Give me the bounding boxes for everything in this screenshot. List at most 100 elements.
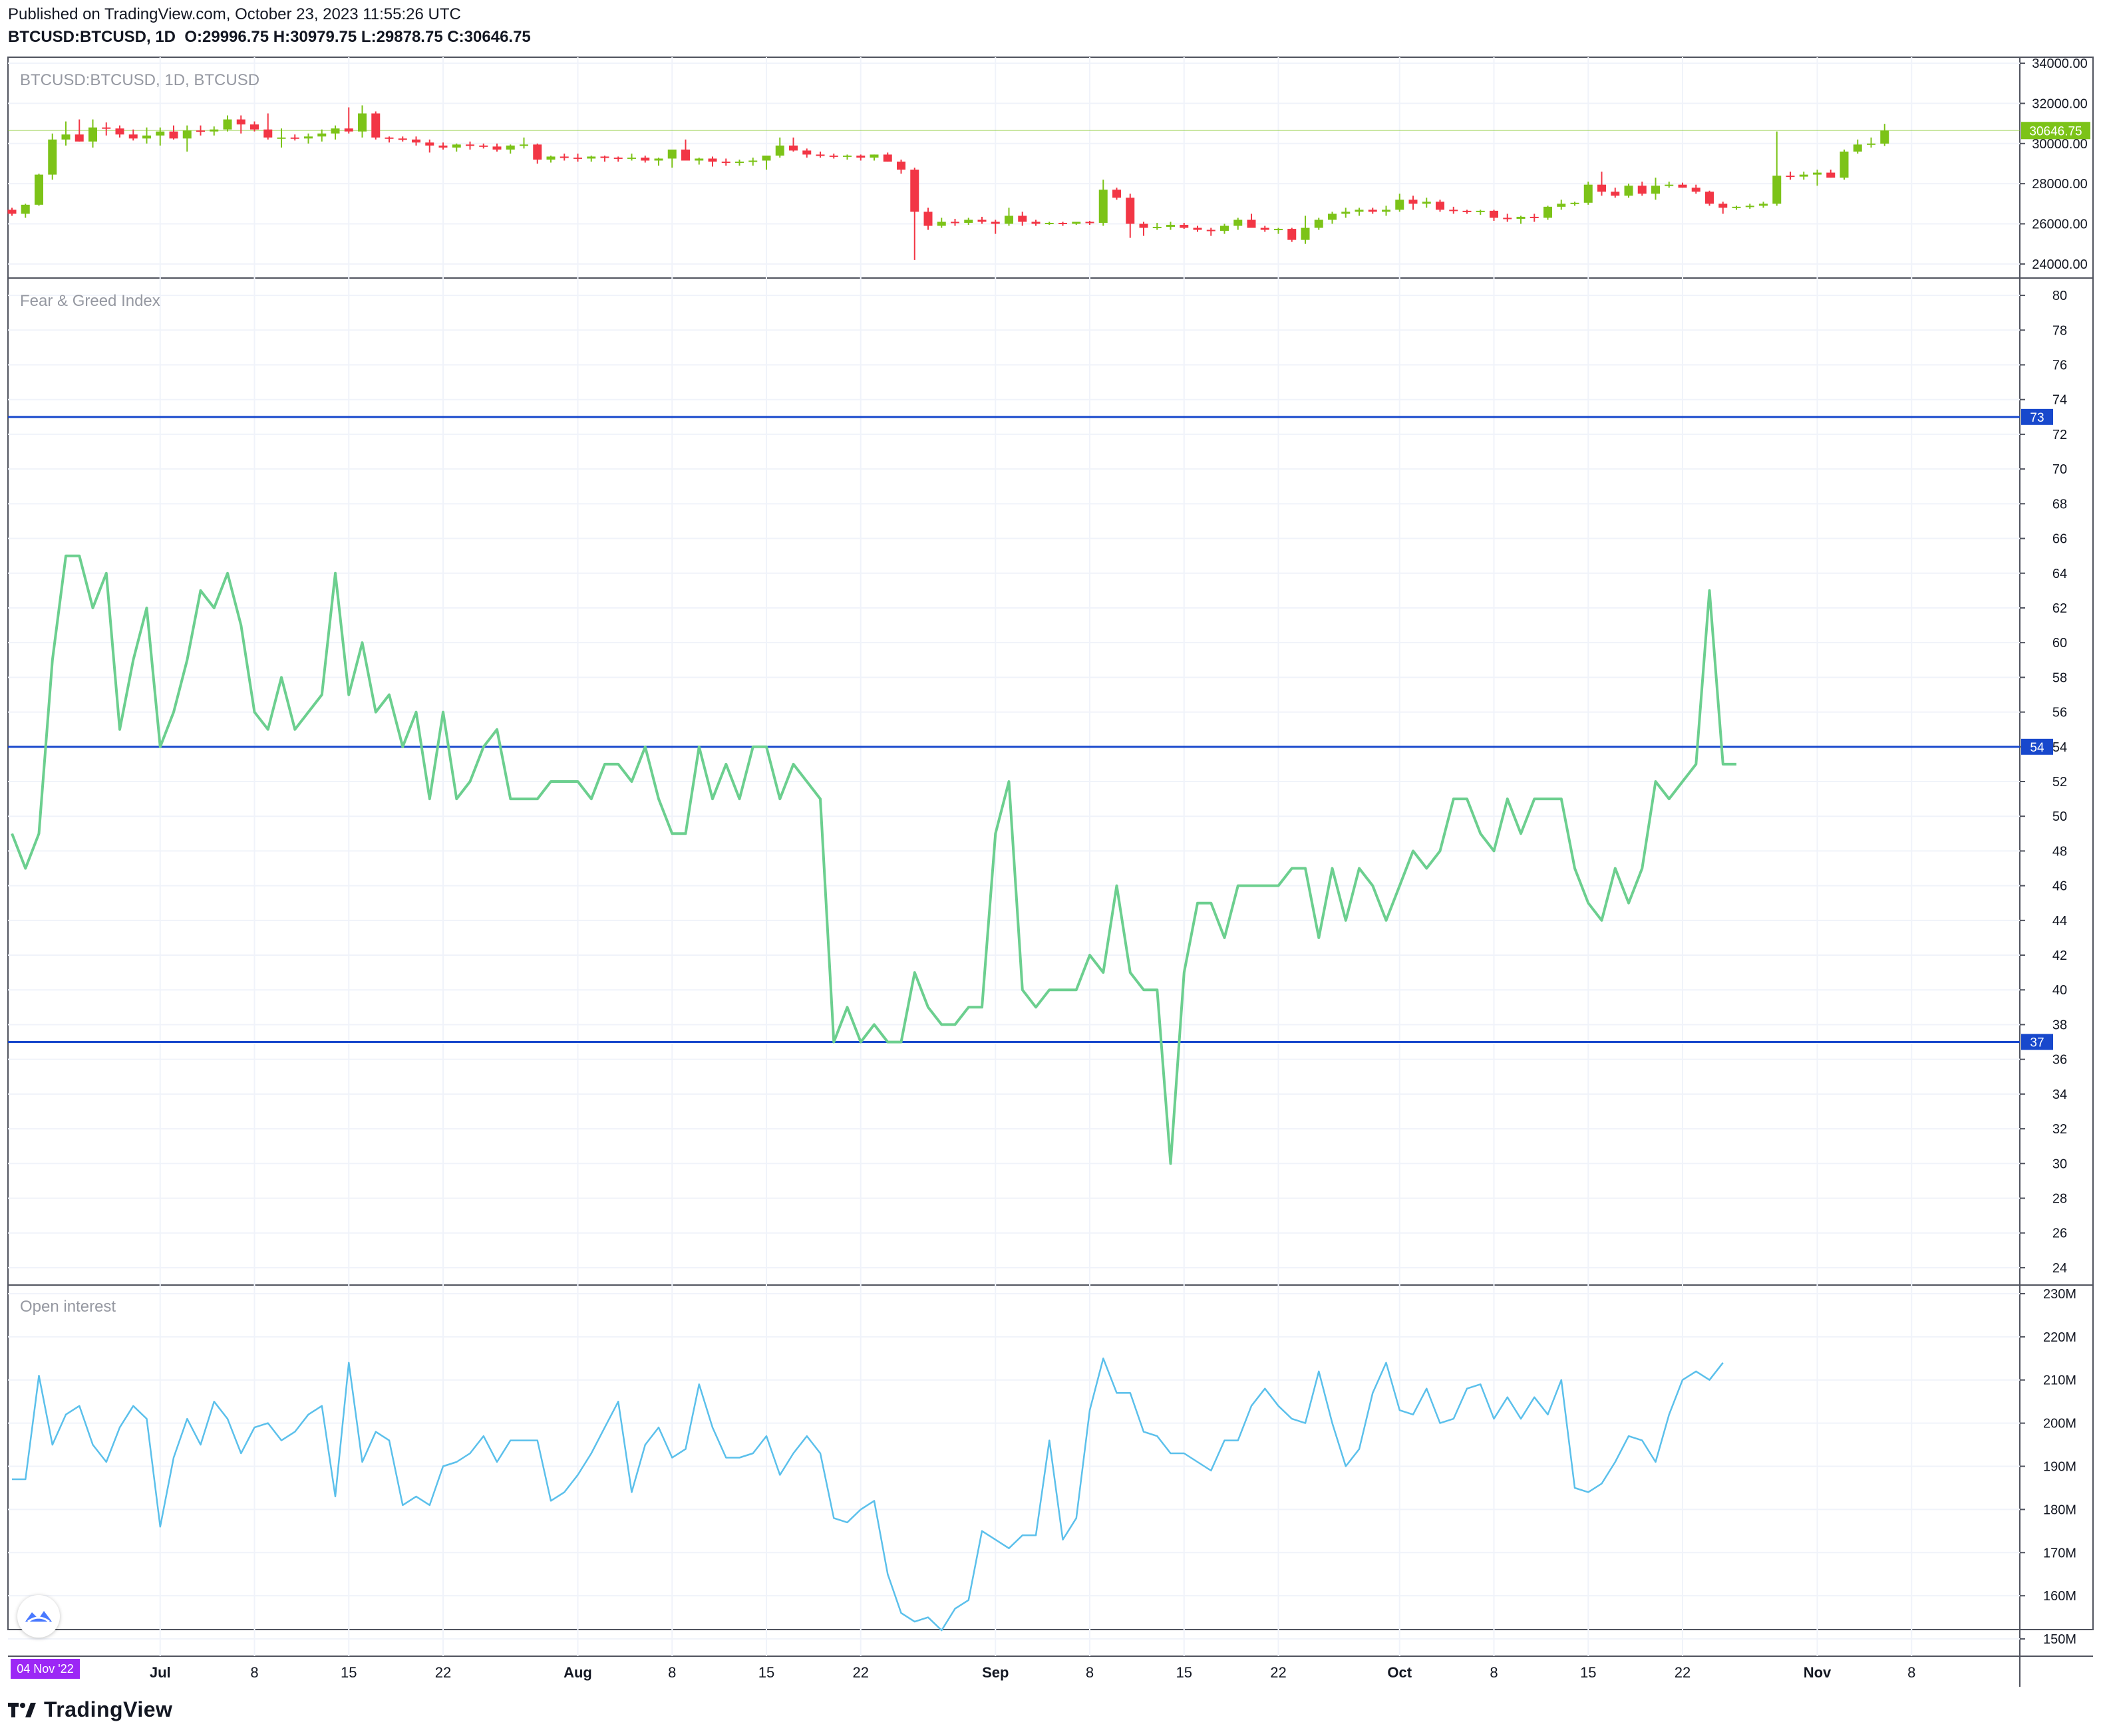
candle-body [156,131,165,136]
x-tick-label: 22 [853,1664,869,1681]
candle-body [1045,223,1054,224]
candle-body [721,161,730,163]
candle-body [1085,221,1094,223]
y-tick-label: 62 [2052,601,2067,616]
candle-body [923,212,933,226]
pane-title-price: BTCUSD:BTCUSD, 1D, BTCUSD [20,71,259,89]
brand-name: TradingView [44,1697,173,1721]
y-tick-label: 54 [2052,740,2067,755]
candle-body [1516,216,1526,219]
y-tick-label: 190M [2043,1460,2076,1475]
y-tick-label: 24 [2052,1261,2067,1276]
y-tick-label: 26000.00 [2032,217,2087,232]
candle-body [1328,214,1337,220]
y-tick-label: 28 [2052,1191,2067,1206]
candle-body [573,157,582,159]
candle-body [128,134,138,139]
candle-body [1759,204,1768,206]
candle-body [1611,192,1620,196]
candle-body [7,210,17,214]
candle-body [1098,190,1108,223]
candle-body [520,144,528,146]
candle-body [1341,212,1351,214]
candle-body [1597,184,1606,192]
y-tick-label: 36 [2052,1053,2067,1068]
candle-body [1490,210,1498,218]
candle-body [1503,217,1512,219]
candle-body [1018,216,1027,222]
candle-body [695,158,704,161]
candle-body [1126,198,1135,224]
y-tick-label: 44 [2052,914,2067,929]
candle-body [236,119,245,125]
y-tick-label: 78 [2052,323,2067,338]
x-tick-label: 8 [1490,1664,1498,1681]
y-tick-label: 180M [2043,1503,2076,1517]
candle-body [1826,172,1836,178]
candle-body [937,221,946,226]
candle-body [789,145,798,151]
candle-body [843,155,852,157]
y-tick-label: 210M [2043,1374,2076,1388]
candle-body [1220,225,1229,231]
y-tick-label: 32 [2052,1122,2067,1137]
candle-body [1233,219,1243,226]
candle-body [304,136,313,139]
candle-body [1637,186,1647,194]
level-label: 54 [2030,741,2044,755]
candle-body [182,130,192,139]
y-tick-label: 72 [2052,428,2067,442]
x-tick-label: Nov [1804,1664,1832,1681]
x-tick-label: 22 [435,1664,451,1681]
y-tick-label: 38 [2052,1018,2067,1032]
y-tick-label: 76 [2052,359,2067,373]
candle-body [883,154,892,162]
chart-canvas[interactable]: Jul 8 15 22 Aug 8 15 22 Sep 8 15 22 Oct 8 15 22 Nov 8 2400… [0,0,2101,1736]
candle-body [829,155,838,157]
y-tick-label: 200M [2043,1417,2076,1431]
candle-body [102,127,111,129]
candle-body [1152,227,1162,229]
candle-body [1462,210,1472,212]
y-tick-label: 230M [2043,1287,2076,1302]
tradingview-badge-icon[interactable] [17,1595,60,1638]
pane-title-fear-greed: Fear & Greed Index [20,292,160,310]
candle-body [546,156,556,160]
candle-body [479,145,488,147]
y-tick-label: 28000.00 [2032,177,2087,192]
y-tick-label: 56 [2052,706,2067,720]
candle-body [398,138,407,140]
y-tick-label: 64 [2052,567,2067,581]
y-tick-label: 52 [2052,775,2067,790]
candle-body [1005,216,1013,224]
y-tick-label: 150M [2043,1632,2076,1647]
candle-body [1422,202,1431,204]
candle-body [1355,210,1364,212]
y-tick-label: 160M [2043,1589,2076,1604]
date-badge-label: 04 Nov '22 [17,1662,74,1675]
candle-body [762,155,771,161]
chart-frame [7,57,2094,1630]
candle-body [533,144,542,160]
y-tick-label: 40 [2052,983,2067,998]
y-tick-label: 68 [2052,497,2067,511]
open-interest-line [12,1358,1724,1632]
candle-body [412,139,420,143]
level-label: 37 [2030,1036,2044,1050]
candle-body [1543,206,1552,218]
candle-body [250,124,259,130]
y-tick-label: 34000.00 [2032,57,2087,71]
candle-body [466,144,474,146]
y-tick-label: 66 [2052,532,2067,547]
candle-body [1206,229,1215,231]
candle-body [748,160,758,162]
x-tick-label: 8 [1086,1664,1094,1681]
candle-body [48,139,57,175]
candle-body [506,145,515,150]
candle-body [290,137,299,139]
candle-body [613,157,623,159]
candle-body [1583,184,1593,203]
candle-body [1786,176,1795,178]
candle-body [35,174,43,205]
candle-body [977,219,987,222]
